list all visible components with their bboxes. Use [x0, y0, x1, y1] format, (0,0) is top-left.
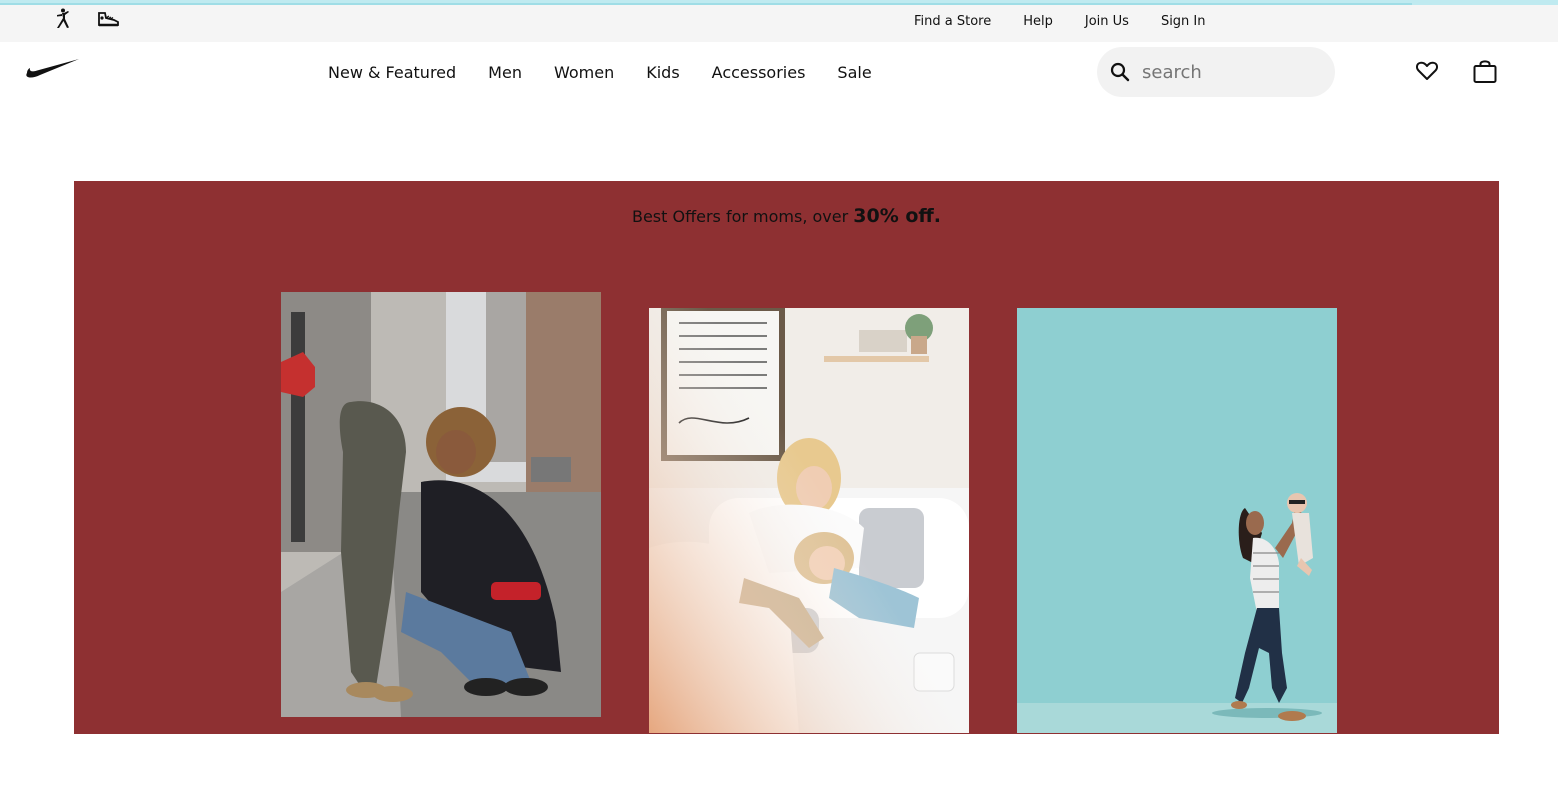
converse-sneaker-icon[interactable] [96, 8, 122, 30]
promo-banner: Best Offers for moms, over 30% off. [74, 181, 1499, 734]
help-link[interactable]: Help [1015, 14, 1061, 29]
menu-item-accessories[interactable]: Accessories [696, 63, 822, 82]
mother-child-sofa-photo[interactable] [649, 308, 969, 733]
search-icon[interactable] [1110, 62, 1130, 82]
main-menu: New & Featured Men Women Kids Accessorie… [312, 58, 888, 86]
menu-item-women[interactable]: Women [538, 63, 630, 82]
promo-heading-text: Best Offers for moms, over [631, 207, 854, 226]
menu-item-kids[interactable]: Kids [630, 63, 695, 82]
mother-lifting-baby-photo[interactable] [1017, 308, 1337, 733]
swoosh-logo-icon[interactable] [26, 58, 80, 78]
main-nav: New & Featured Men Women Kids Accessorie… [0, 42, 1558, 102]
join-us-link[interactable]: Join Us [1077, 14, 1137, 29]
menu-item-sale[interactable]: Sale [821, 63, 887, 82]
menu-item-men[interactable]: Men [472, 63, 538, 82]
promo-discount: 30% off. [853, 205, 942, 227]
find-a-store-link[interactable]: Find a Store [906, 14, 999, 29]
mother-child-street-photo[interactable] [281, 292, 601, 717]
utility-links: Find a Store Help Join Us Sign In [906, 5, 1230, 38]
sign-in-link[interactable]: Sign In [1153, 14, 1214, 29]
jordan-logo-icon[interactable] [50, 8, 74, 30]
shopping-bag-icon[interactable] [1472, 58, 1498, 84]
search-input[interactable] [1142, 61, 1312, 83]
menu-item-new-featured[interactable]: New & Featured [312, 63, 472, 82]
utility-bar: Find a Store Help Join Us Sign In [0, 5, 1558, 42]
heart-icon[interactable] [1414, 58, 1440, 84]
promo-heading: Best Offers for moms, over 30% off. [74, 205, 1499, 227]
search-box[interactable] [1097, 47, 1335, 97]
